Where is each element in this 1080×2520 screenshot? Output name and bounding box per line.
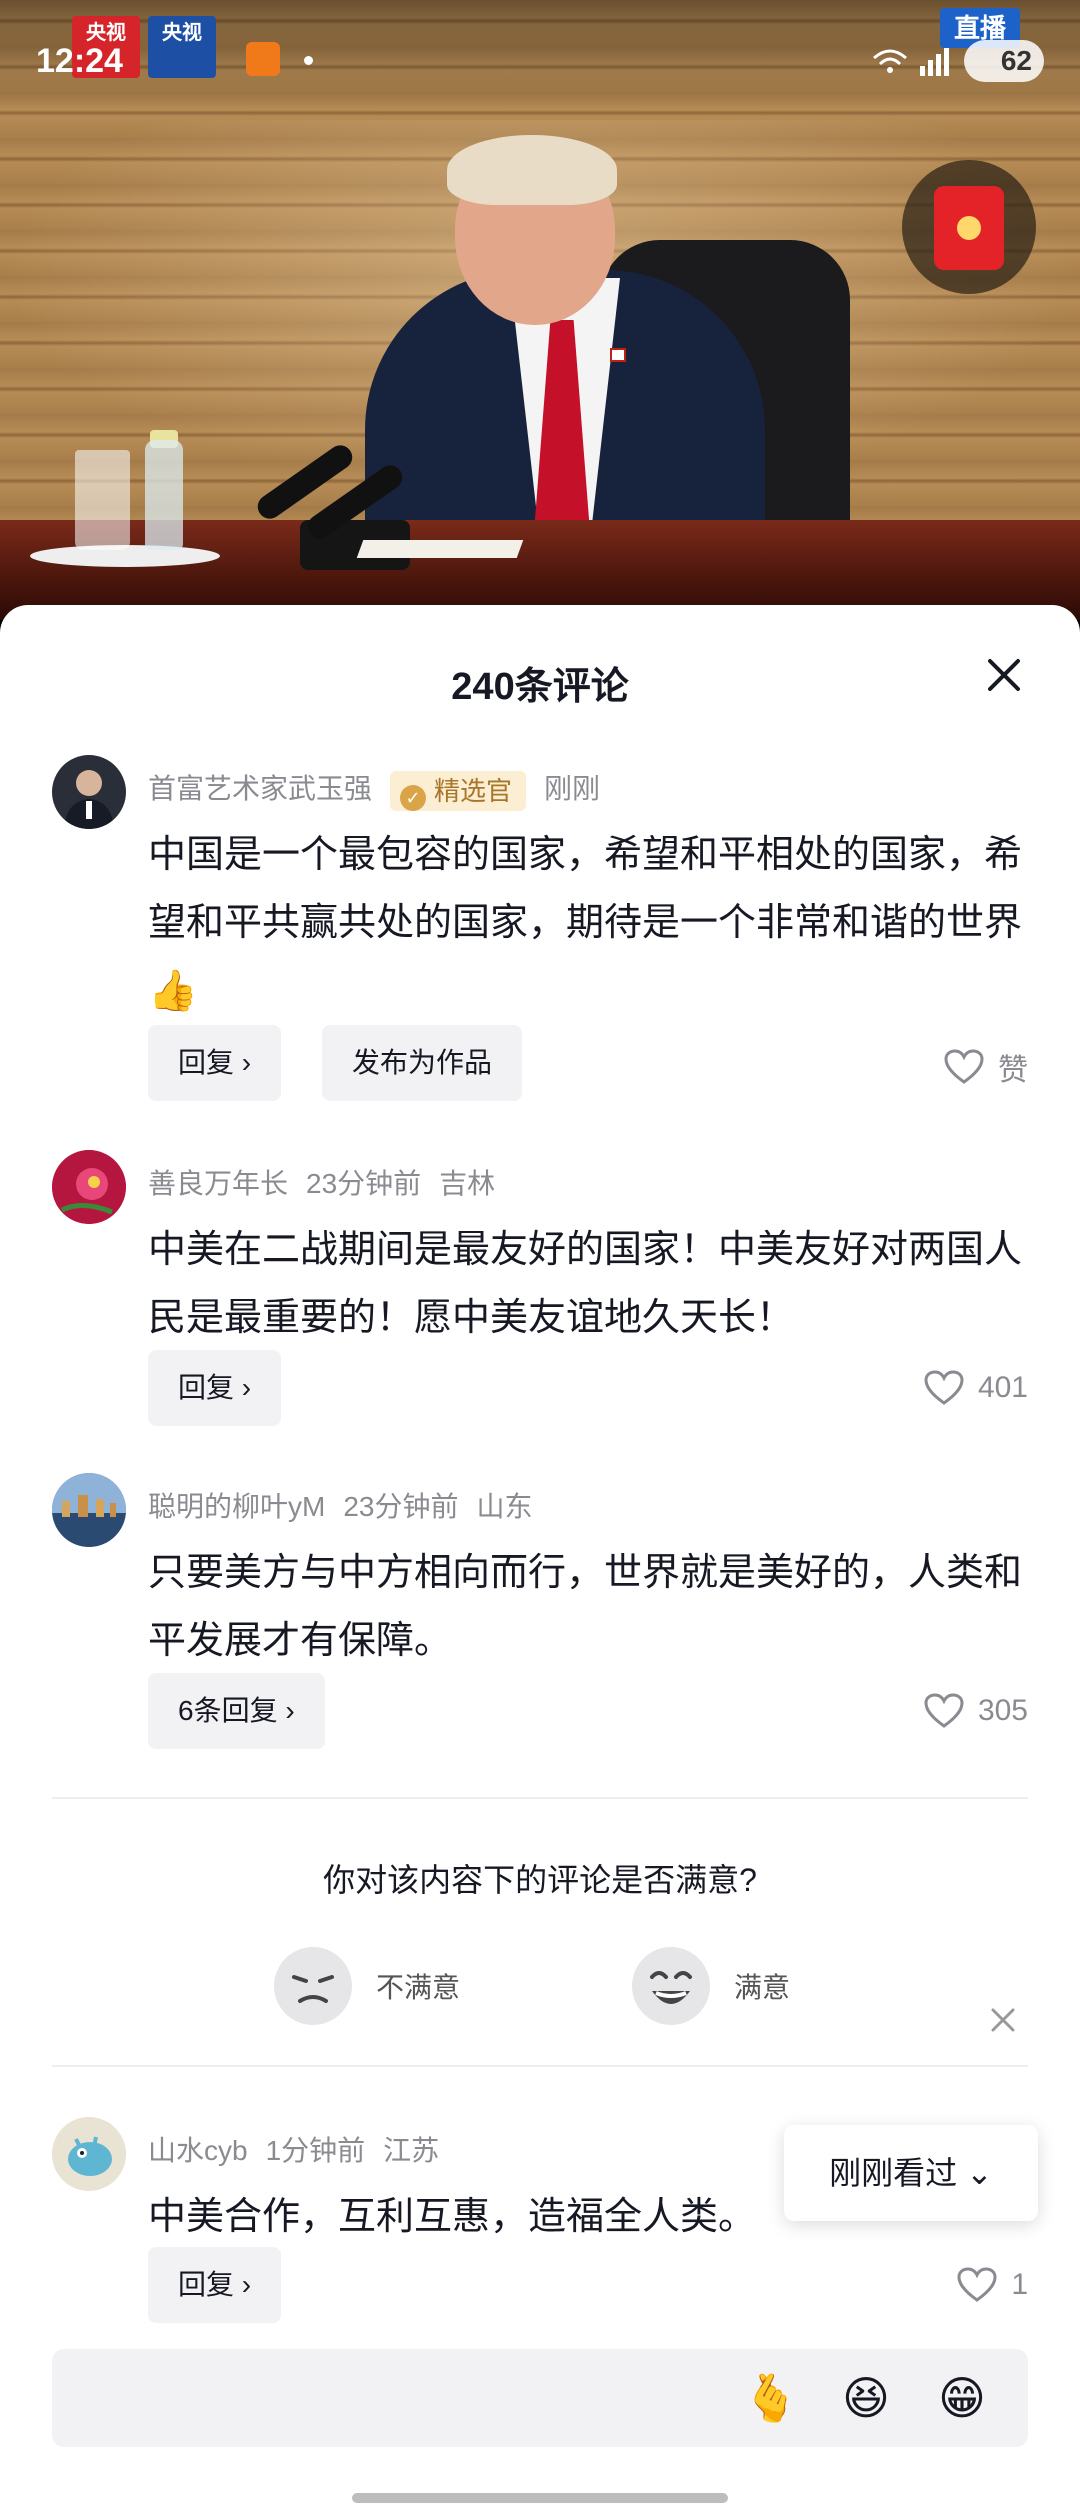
- user-avatar-image: [64, 770, 114, 829]
- battery-indicator: 62: [964, 40, 1044, 82]
- comment-meta: 善良万年长 23分钟前 吉林: [148, 1162, 513, 1202]
- like-count: 401: [977, 1371, 1028, 1404]
- comment-meta: 聪明的柳叶yM 23分钟前 山东: [148, 1485, 551, 1525]
- comment-meta: 首富艺术家武玉强 ✓ 精选官 刚刚: [148, 767, 618, 811]
- survey-satisfied-button[interactable]: 满意: [632, 1947, 790, 2025]
- unhappy-face-icon: [274, 1947, 352, 2025]
- grinning-emoji-button[interactable]: 😁: [938, 2371, 986, 2425]
- like-button[interactable]: 401: [924, 1370, 1028, 1406]
- recently-viewed-button[interactable]: 刚刚看过 ⌄: [784, 2125, 1038, 2221]
- avatar[interactable]: [52, 1473, 126, 1547]
- comment-username[interactable]: 聪明的柳叶yM: [148, 1491, 325, 1522]
- reply-button[interactable]: 回复 ›: [148, 1025, 282, 1101]
- thumbs-up-emoji: 👍: [148, 969, 198, 1013]
- publish-as-work-button[interactable]: 发布为作品: [322, 1025, 523, 1101]
- more-notifications-dot: [304, 56, 313, 65]
- avatar[interactable]: [52, 1150, 126, 1224]
- red-packet-seal: [957, 216, 981, 240]
- comments-title: 240条评论: [451, 666, 629, 708]
- user-avatar-image: [52, 1150, 126, 1224]
- survey-dissatisfied-button[interactable]: 不满意: [274, 1947, 460, 2025]
- close-comments-button[interactable]: [978, 649, 1030, 701]
- comment-username[interactable]: 善良万年长: [148, 1168, 288, 1199]
- video-player[interactable]: 央视 央视 12:24 直播 62: [0, 0, 1080, 620]
- comment-input-placeholder: [88, 2379, 508, 2415]
- unhappy-face-icon-art: [292, 1975, 334, 2003]
- survey-dissatisfied-label: 不满意: [376, 1972, 461, 2003]
- comment-username[interactable]: 首富艺术家武玉强: [148, 773, 372, 804]
- like-button[interactable]: 305: [924, 1693, 1028, 1729]
- comment-text: 中美在二战期间是最友好的国家！中美友好对两国人民是最重要的！愿中美友谊地久天长！: [148, 1229, 1023, 1339]
- heart-icon: [957, 2267, 997, 2302]
- red-packet-icon: [934, 186, 1004, 270]
- like-count: 305: [977, 1694, 1028, 1727]
- status-time: 12:24: [36, 42, 123, 80]
- avatar[interactable]: [52, 2117, 126, 2191]
- comment-username[interactable]: 山水cyb: [148, 2135, 248, 2166]
- survey-close-button[interactable]: [985, 2002, 1021, 2038]
- reply-button[interactable]: 回复 ›: [148, 2247, 282, 2323]
- comment-input[interactable]: 🫰 😆 😁: [52, 2349, 1028, 2447]
- like-count: 1: [1011, 2268, 1028, 2301]
- reply-button[interactable]: 回复 ›: [148, 1350, 282, 1426]
- flag-pin: [610, 348, 626, 362]
- comment-time: 刚刚: [544, 773, 601, 804]
- user-avatar-image: [52, 2117, 126, 2191]
- finger-heart-emoji-button[interactable]: 🫰: [742, 2371, 799, 2425]
- heart-icon: [944, 1049, 984, 1084]
- comment-text: 只要美方与中方相向而行，世界就是美好的，人类和平发展才有保障。: [148, 1552, 1023, 1662]
- app-notification-icon: [246, 42, 280, 76]
- battery-level: 62: [1000, 45, 1032, 76]
- divider: [52, 2065, 1028, 2067]
- heart-icon: [924, 1693, 964, 1728]
- comment-time: 23分钟前: [306, 1168, 422, 1199]
- close-icon: [988, 659, 1020, 691]
- like-button[interactable]: 赞: [944, 1045, 1028, 1089]
- comment-time: 23分钟前: [343, 1491, 459, 1522]
- like-button[interactable]: 1: [957, 2267, 1028, 2303]
- happy-face-icon: [632, 1947, 710, 2025]
- happy-face-icon-art: [650, 1971, 692, 2004]
- user-avatar-image: [52, 1473, 126, 1547]
- avatar[interactable]: [52, 755, 126, 829]
- comment-location: 江苏: [383, 2135, 440, 2166]
- survey-satisfied-label: 满意: [734, 1972, 791, 2003]
- comment-body: 中国是一个最包容的国家，希望和平相处的国家，希望和平共赢共处的国家，期待是一个非…: [148, 834, 1023, 944]
- video-paper: [356, 540, 524, 558]
- featured-badge-label: 精选官: [434, 775, 513, 806]
- check-icon: ✓: [400, 784, 427, 811]
- comment-meta: 山水cyb 1分钟前 江苏: [148, 2129, 457, 2169]
- network-label: [870, 44, 956, 84]
- video-speaker-hair: [447, 135, 617, 205]
- comment-text: 中国是一个最包容的国家，希望和平相处的国家，希望和平共赢共处的国家，期待是一个非…: [148, 821, 1028, 1026]
- video-bottle: [145, 440, 183, 550]
- red-packet-button[interactable]: [902, 160, 1036, 294]
- view-replies-button[interactable]: 6条回复 ›: [148, 1673, 325, 1749]
- cctv-badge-2: 央视: [148, 16, 216, 78]
- comment-time: 1分钟前: [265, 2135, 366, 2166]
- divider: [52, 1797, 1028, 1799]
- wifi-signal-icon: [873, 48, 949, 76]
- video-glass: [75, 450, 130, 550]
- close-icon: [991, 2008, 1015, 2032]
- heart-icon: [924, 1370, 964, 1405]
- comment-location: 山东: [476, 1491, 533, 1522]
- laughing-emoji-button[interactable]: 😆: [842, 2371, 890, 2425]
- featured-badge: ✓ 精选官: [390, 770, 527, 811]
- survey-question: 你对该内容下的评论是否满意?: [323, 1862, 757, 1898]
- comments-sheet: 240条评论 首富艺术家武玉强 ✓ 精选官 刚刚 中国是一个最包容的国家，希望和平相处…: [0, 605, 1080, 2520]
- home-indicator[interactable]: [352, 2493, 728, 2503]
- like-count: 赞: [998, 1054, 1028, 1087]
- comment-location: 吉林: [439, 1168, 496, 1199]
